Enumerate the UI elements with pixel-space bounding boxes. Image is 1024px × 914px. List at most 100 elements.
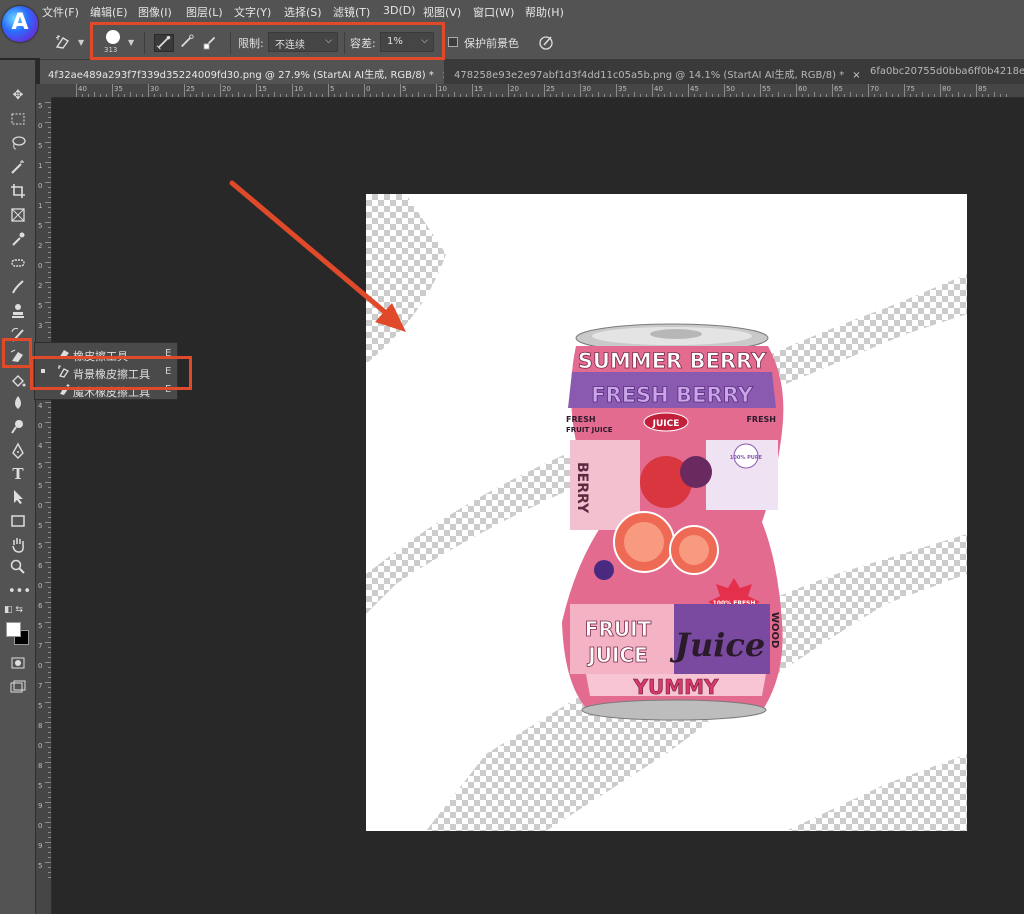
ruler-tick <box>802 94 803 97</box>
crop-tool-icon[interactable] <box>8 182 28 202</box>
ruler-top-label: 35 <box>618 85 627 93</box>
paint-bucket-icon[interactable] <box>8 372 28 392</box>
ruler-tick <box>304 94 305 97</box>
screen-mode-icon[interactable] <box>8 678 28 698</box>
ruler-tick <box>48 577 51 578</box>
ruler-left-label: 5 <box>38 142 43 150</box>
foreground-color-swatch[interactable] <box>6 622 21 637</box>
blur-tool-icon[interactable] <box>8 394 28 414</box>
ruler-tick <box>48 487 51 488</box>
ruler-tick <box>412 94 413 97</box>
tab-document-2[interactable]: 478258e93e2e97abf1d3f4dd11c05a5b.png @ 1… <box>446 60 860 84</box>
zoom-tool-icon[interactable] <box>8 558 28 578</box>
ruler-tick <box>400 84 401 97</box>
menu-window[interactable]: 窗口(W) <box>473 4 514 20</box>
rectangle-tool-icon[interactable] <box>8 512 28 532</box>
ruler-tick <box>48 667 51 668</box>
ruler-tick <box>48 512 51 513</box>
menu-image[interactable]: 图像(I) <box>138 4 172 20</box>
ruler-tick <box>45 722 51 723</box>
path-selection-icon[interactable] <box>8 488 28 508</box>
app-logo[interactable]: A <box>0 0 40 58</box>
ruler-tick <box>502 94 503 97</box>
menu-layer[interactable]: 图层(L) <box>186 4 223 20</box>
ruler-tick <box>45 162 51 163</box>
menu-edit[interactable]: 编辑(E) <box>90 4 128 20</box>
ruler-tick <box>268 94 269 97</box>
ruler-left-label: 0 <box>38 262 43 270</box>
close-icon[interactable]: × <box>442 70 444 81</box>
can-title-fresh-berry: FRESH BERRY <box>591 383 753 407</box>
ruler-tick <box>48 607 51 608</box>
ruler-tick <box>48 757 51 758</box>
close-icon[interactable]: × <box>852 70 860 81</box>
ruler-tick <box>154 94 155 97</box>
magic-wand-icon[interactable] <box>8 158 28 178</box>
ruler-tick <box>48 657 51 658</box>
move-tool-icon[interactable]: ✥ <box>8 86 28 106</box>
ruler-tick <box>48 557 51 558</box>
ruler-tick <box>346 92 347 97</box>
ruler-tick <box>1000 94 1001 97</box>
ruler-tick <box>700 94 701 97</box>
ruler-top-label: 75 <box>906 85 915 93</box>
brush-tool-icon[interactable] <box>8 278 28 298</box>
ruler-tick <box>970 94 971 97</box>
quick-mask-icon[interactable] <box>8 654 28 674</box>
background-eraser-icon[interactable] <box>54 34 72 50</box>
menu-file[interactable]: 文件(F) <box>42 4 79 20</box>
ruler-tick <box>48 297 51 298</box>
ruler-horizontal[interactable]: 40 35 30 25 20 15 10 5 0 5 10 15 20 25 30 35 40 45 50 55 60 6… <box>52 84 1024 98</box>
ruler-tick <box>160 94 161 97</box>
frame-tool-icon[interactable] <box>8 206 28 226</box>
ruler-top-label: 45 <box>690 85 699 93</box>
pressure-size-icon[interactable] <box>538 34 554 50</box>
menu-help[interactable]: 帮助(H) <box>525 4 564 20</box>
ruler-vertical[interactable]: 505101520253035404550556065707580859095 <box>36 98 52 914</box>
ruler-tick <box>48 632 51 633</box>
lasso-tool-icon[interactable] <box>8 134 28 154</box>
ruler-tick <box>976 84 977 97</box>
ruler-tick <box>640 94 641 97</box>
healing-brush-icon[interactable] <box>8 254 28 274</box>
protect-foreground-checkbox[interactable] <box>448 37 458 47</box>
ruler-tick <box>574 94 575 97</box>
ruler-tick <box>568 94 569 97</box>
ruler-tick <box>424 94 425 97</box>
ruler-top-label: 10 <box>294 85 303 93</box>
tab-document-1[interactable]: 4f32ae489a293f7f339d35224009fd30.png @ 2… <box>40 60 444 84</box>
stamp-tool-icon[interactable] <box>8 302 28 322</box>
ruler-tick <box>48 627 51 628</box>
ruler-tick <box>1006 94 1007 97</box>
ruler-tick <box>48 452 51 453</box>
pen-tool-icon[interactable] <box>8 442 28 462</box>
ruler-top-label: 10 <box>438 85 447 93</box>
document-tabs: 4f32ae489a293f7f339d35224009fd30.png @ 2… <box>40 60 1024 84</box>
ruler-left-label: 6 <box>38 602 43 610</box>
menu-select[interactable]: 选择(S) <box>284 4 322 20</box>
ruler-tick <box>562 92 563 97</box>
tool-preset-caret-icon[interactable]: ▼ <box>78 38 84 47</box>
dodge-tool-icon[interactable] <box>8 418 28 438</box>
ruler-left-label: 5 <box>38 302 43 310</box>
ruler-left-label: 5 <box>38 222 43 230</box>
ruler-tick <box>688 84 689 97</box>
ruler-tick <box>48 407 51 408</box>
menu-3d[interactable]: 3D(D) <box>383 4 416 17</box>
ruler-tick <box>484 94 485 97</box>
swap-colors-icon[interactable]: ◧ ⇆ <box>4 600 32 620</box>
eyedropper-icon[interactable] <box>8 230 28 250</box>
menu-type[interactable]: 文字(Y) <box>234 4 271 20</box>
type-tool-icon[interactable]: T <box>8 464 28 484</box>
hand-tool-icon[interactable] <box>8 536 28 556</box>
ruler-tick <box>628 94 629 97</box>
menu-view[interactable]: 视图(V) <box>423 4 461 20</box>
ruler-tick <box>862 94 863 97</box>
marquee-tool-icon[interactable] <box>8 110 28 130</box>
ruler-top-label: 65 <box>834 85 843 93</box>
ruler-tick <box>48 537 51 538</box>
tab-document-3[interactable]: 6fa0bc20755d0bba6ff0b4218e <box>862 60 1024 84</box>
ruler-tick <box>394 94 395 97</box>
menu-filter[interactable]: 滤镜(T) <box>333 4 370 20</box>
more-tools-icon[interactable]: ••• <box>8 582 31 602</box>
